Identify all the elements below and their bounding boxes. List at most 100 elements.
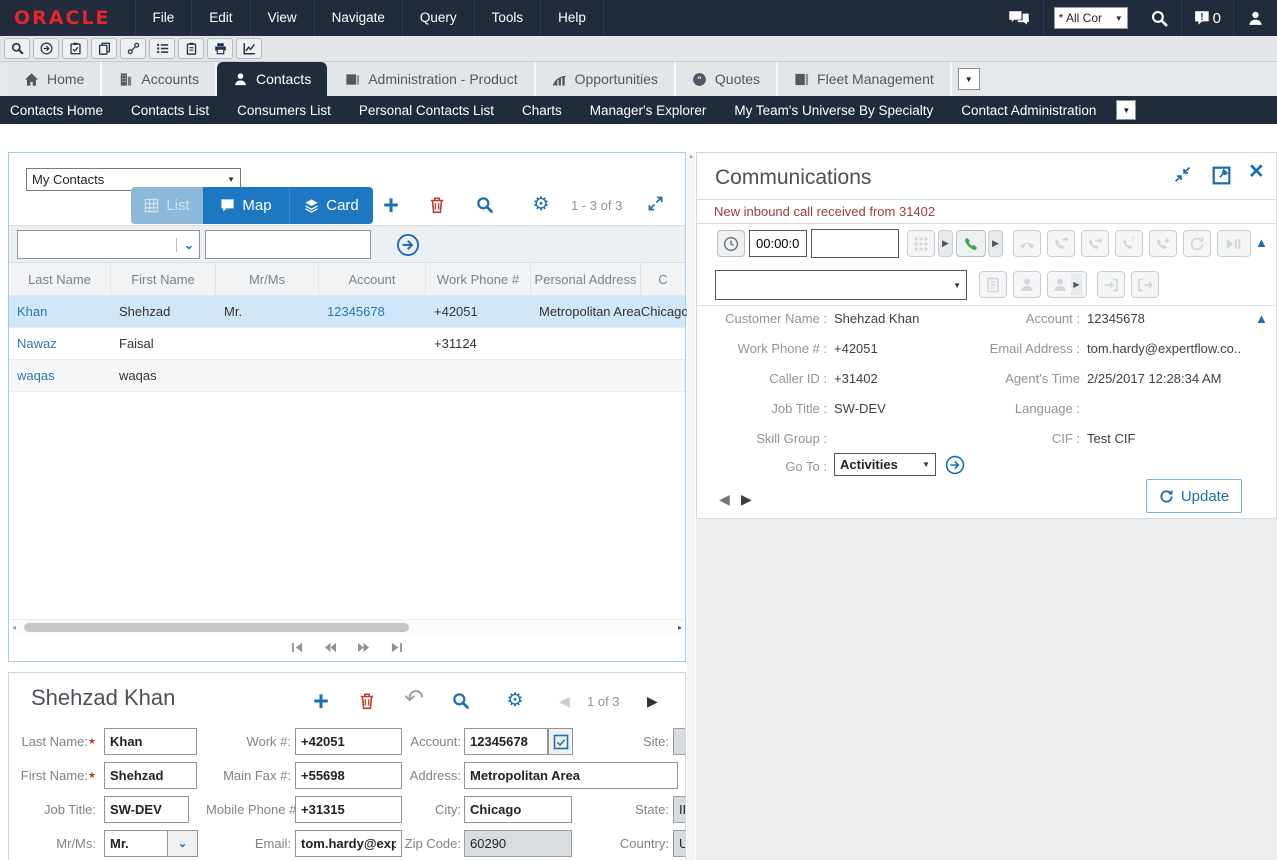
call-duration-clock-button[interactable] [717,230,745,257]
account-link[interactable]: 12345678 [319,304,426,319]
next-record-arrow[interactable]: ▶ [741,491,752,508]
answer-menu-arrow[interactable]: ▶ [988,230,1003,257]
address-input[interactable] [464,762,678,789]
global-search-icon[interactable] [1138,0,1181,36]
tab-quotes[interactable]: " Quotes [676,62,778,96]
next-record-arrow[interactable]: ▶ [647,693,658,710]
go-tool-button[interactable] [33,38,59,59]
column-header-account[interactable]: Account [319,263,426,295]
mr-ms-input[interactable] [104,830,168,857]
subnav-my-teams-universe[interactable]: My Team's Universe By Specialty [720,103,947,118]
first-name-input[interactable] [104,762,197,789]
delete-record-button[interactable] [355,689,379,713]
more-views-select[interactable]: ▼ [1116,100,1136,120]
work-phone-input[interactable] [295,728,402,755]
settings-gear-icon[interactable]: ⚙ [529,192,553,216]
column-header-work-phone[interactable]: Work Phone # [426,263,531,295]
execute-query-button[interactable] [395,232,421,258]
table-row[interactable]: Nawaz Faisal +31124 [9,328,685,360]
list-tool-button[interactable] [149,38,175,59]
undo-button[interactable]: ↶ [401,685,427,711]
clipboard-tool-button[interactable] [178,38,204,59]
scrollbar-thumb[interactable] [24,623,409,632]
subnav-personal-contacts-list[interactable]: Personal Contacts List [345,103,508,118]
table-row[interactable]: waqas waqas [9,360,685,392]
menu-file[interactable]: File [135,0,192,36]
menu-edit[interactable]: Edit [191,0,249,36]
query-value-input[interactable] [205,230,371,259]
first-page-button[interactable] [291,640,304,658]
chat-icon[interactable] [995,0,1043,36]
subnav-contacts-home[interactable]: Contacts Home [0,103,117,118]
menu-help[interactable]: Help [540,0,604,36]
menu-view[interactable]: View [250,0,314,36]
scroll-left-arrow[interactable]: ◂ [12,623,16,632]
close-panel-button[interactable]: × [1249,157,1264,186]
mr-ms-dropdown-button[interactable]: ⌄ [167,830,198,857]
last-page-button[interactable] [390,640,403,658]
answer-call-button[interactable] [956,230,986,257]
new-record-button[interactable]: + [307,687,335,715]
subnav-contacts-list[interactable]: Contacts List [117,103,223,118]
work-item-select[interactable]: ▼ [715,270,967,300]
column-header-mr-ms[interactable]: Mr/Ms [216,263,319,295]
subnav-charts[interactable]: Charts [508,103,576,118]
settings-gear-icon[interactable]: ⚙ [503,688,527,712]
subnav-contact-administration[interactable]: Contact Administration [947,103,1110,118]
delete-record-button[interactable] [425,193,449,217]
scroll-up-arrow[interactable]: ▲ [687,154,695,160]
notifications-button[interactable]: ! 0 [1182,10,1233,27]
query-button[interactable] [449,689,473,713]
pin-panel-button[interactable] [1212,166,1231,190]
account-input[interactable] [464,728,548,755]
tab-home[interactable]: Home [8,62,102,96]
new-record-button[interactable]: + [377,191,405,219]
query-field-select[interactable]: ⌄ [17,230,200,259]
menu-query[interactable]: Query [402,0,474,36]
menu-tools[interactable]: Tools [474,0,541,36]
column-header-first-name[interactable]: First Name [111,263,216,295]
contact-link[interactable]: Khan [9,304,111,319]
job-title-input[interactable] [104,796,189,823]
dialpad-menu-arrow[interactable]: ▶ [938,230,953,257]
mobile-phone-input[interactable] [295,796,402,823]
expand-panel-button[interactable] [645,193,665,213]
tab-contacts[interactable]: Contacts [217,62,327,96]
link-tool-button[interactable] [120,38,146,59]
previous-record-arrow[interactable]: ◀ [559,693,570,710]
search-tool-button[interactable] [4,38,30,59]
previous-page-button[interactable] [324,640,337,658]
previous-record-arrow[interactable]: ◀ [719,491,730,508]
collapse-panel-button[interactable] [1174,166,1191,188]
city-input[interactable] [464,796,572,823]
column-header-city[interactable]: C [641,263,685,295]
copy-tool-button[interactable] [91,38,117,59]
query-button[interactable] [473,193,497,217]
subnav-managers-explorer[interactable]: Manager's Explorer [576,103,721,118]
collapse-details-arrow[interactable]: ▲ [1255,311,1268,326]
account-pick-button[interactable] [548,728,573,755]
query-tool-button[interactable] [62,38,88,59]
menu-navigate[interactable]: Navigate [314,0,402,36]
chart-tool-button[interactable] [236,38,262,59]
main-fax-input[interactable] [295,762,402,789]
tab-administration-product[interactable]: Administration - Product [329,62,535,96]
search-scope-select[interactable]: * All Cor ▼ [1054,7,1128,29]
horizontal-scrollbar[interactable]: ◂ ▸ [10,619,684,634]
card-view-button[interactable]: Card [289,187,373,224]
goto-execute-button[interactable] [943,453,967,477]
subnav-consumers-list[interactable]: Consumers List [223,103,345,118]
collapse-toolbar-arrow[interactable]: ▲ [1255,235,1268,250]
column-header-personal-address[interactable]: Personal Address [531,263,641,295]
phone-number-input[interactable] [811,229,899,258]
more-tabs-select[interactable]: ▼ [958,68,980,90]
tab-fleet-management[interactable]: Fleet Management [778,62,952,96]
goto-select[interactable]: Activities ▼ [834,453,936,476]
list-view-button[interactable]: List [131,187,203,224]
email-input[interactable] [295,830,402,857]
dialpad-button[interactable] [907,230,935,257]
update-button[interactable]: Update [1146,479,1242,513]
user-profile-icon[interactable] [1234,0,1277,36]
tab-opportunities[interactable]: Opportunities [536,62,676,96]
contact-link[interactable]: Nawaz [9,336,111,351]
